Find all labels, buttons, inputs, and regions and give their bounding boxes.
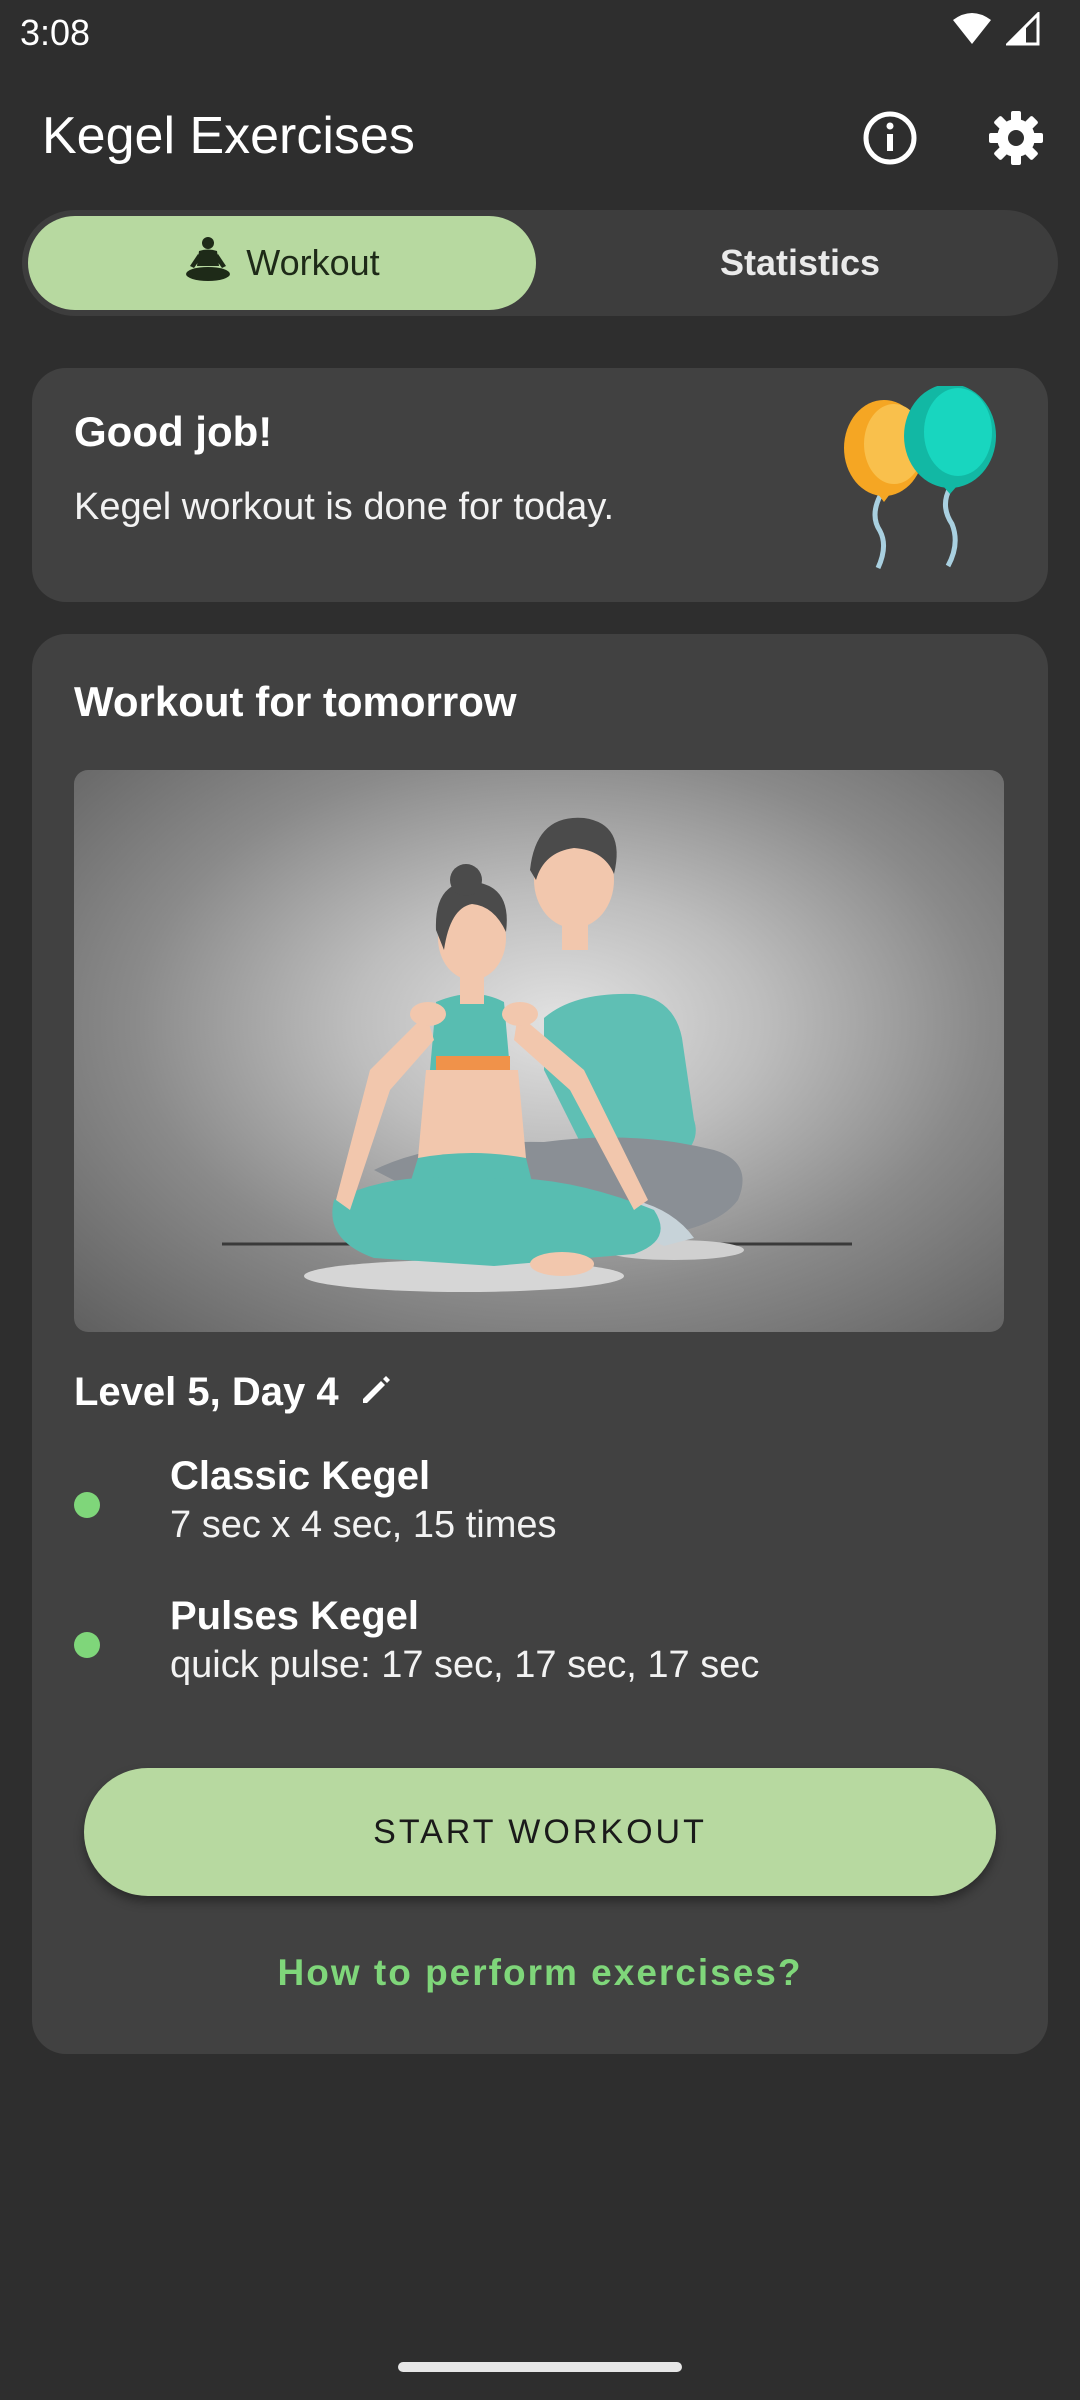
meditation-icon: [184, 236, 232, 291]
tab-bar: Workout Statistics: [22, 210, 1058, 316]
bullet-dot: [74, 1632, 100, 1658]
good-job-card: Good job! Kegel workout is done for toda…: [32, 368, 1048, 602]
tab-workout[interactable]: Workout: [28, 216, 536, 310]
status-icons: [952, 10, 1040, 51]
exercise-detail: quick pulse: 17 sec, 17 sec, 17 sec: [170, 1644, 760, 1686]
tab-workout-label: Workout: [246, 242, 380, 283]
good-job-text: Kegel workout is done for today.: [74, 486, 615, 528]
status-bar: 3:08: [0, 0, 1080, 64]
app-title: Kegel Exercises: [42, 107, 415, 165]
workout-card-title: Workout for tomorrow: [74, 678, 517, 725]
balloons-icon: [838, 384, 1008, 586]
how-to-perform-link[interactable]: How to perform exercises?: [32, 1952, 1048, 1994]
info-button[interactable]: [858, 108, 922, 172]
good-job-title: Good job!: [74, 408, 273, 455]
settings-button[interactable]: [984, 108, 1048, 172]
exercise-detail: 7 sec x 4 sec, 15 times: [170, 1504, 557, 1546]
exercise-item: Classic Kegel 7 sec x 4 sec, 15 times: [74, 1454, 1004, 1564]
tab-statistics-label: Statistics: [719, 242, 881, 283]
exercise-name: Pulses Kegel: [170, 1594, 420, 1638]
signal-icon: [1004, 10, 1040, 51]
gear-icon: [987, 109, 1045, 172]
info-icon: [862, 110, 918, 171]
level-row: Level 5, Day 4: [74, 1370, 393, 1415]
tab-statistics[interactable]: Statistics: [550, 216, 1050, 310]
app-bar: Kegel Exercises: [0, 90, 1080, 186]
bullet-dot: [74, 1492, 100, 1518]
wifi-icon: [952, 12, 992, 51]
start-workout-button[interactable]: START WORKOUT: [84, 1768, 996, 1896]
workout-card: Workout for tomorrow Level 5, Day 4 Clas…: [32, 634, 1048, 2054]
status-time: 3:08: [20, 12, 91, 53]
level-day-label: Level 5, Day 4: [74, 1370, 339, 1414]
couple-meditation-illustration: [74, 770, 1004, 1332]
exercise-item: Pulses Kegel quick pulse: 17 sec, 17 sec…: [74, 1594, 1004, 1704]
pencil-icon[interactable]: [359, 1373, 393, 1412]
exercise-name: Classic Kegel: [170, 1454, 431, 1498]
home-indicator[interactable]: [398, 2362, 682, 2372]
